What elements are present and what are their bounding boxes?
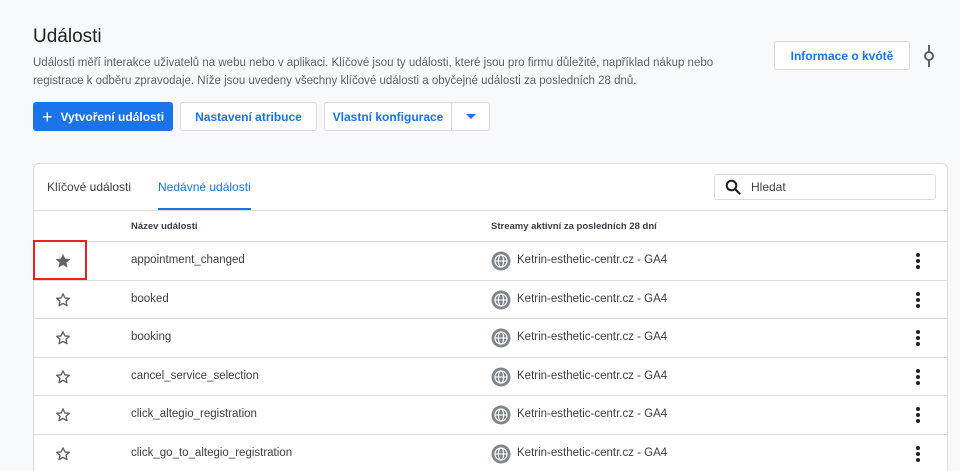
- more-vert-icon[interactable]: [910, 368, 926, 386]
- event-name: cancel_service_selection: [131, 369, 259, 382]
- star-outline-icon[interactable]: [54, 291, 72, 309]
- table-row: booked Ketrin-esthetic-centr.cz - GA4: [34, 281, 947, 320]
- globe-icon: [491, 444, 511, 464]
- table-row: click_altegio_registration Ketrin-esthet…: [34, 396, 947, 435]
- stream-name: Ketrin-esthetic-centr.cz - GA4: [517, 446, 668, 459]
- page-description: Události měří interakce uživatelů na web…: [33, 57, 714, 87]
- table-header: Název události Streamy aktivní za posled…: [34, 211, 947, 242]
- create-event-label: Vytvoření události: [60, 109, 165, 124]
- event-name: booked: [131, 292, 169, 305]
- event-name: click_altegio_registration: [131, 408, 257, 421]
- more-vert-icon[interactable]: [910, 329, 926, 347]
- events-card: Klíčové události Nedávné události Název …: [33, 163, 948, 471]
- more-vert-icon[interactable]: [910, 291, 926, 309]
- table-row: cancel_service_selection Ketrin-esthetic…: [34, 358, 947, 397]
- graph-node-icon[interactable]: [921, 44, 937, 68]
- attribution-settings-button[interactable]: Nastavení atribuce: [180, 102, 317, 131]
- star-outline-icon[interactable]: [54, 406, 72, 424]
- more-vert-icon[interactable]: [910, 406, 926, 424]
- create-event-button[interactable]: + Vytvoření události: [33, 102, 173, 131]
- tab-recent-events[interactable]: Nedávné události: [158, 164, 251, 210]
- tab-key-events[interactable]: Klíčové události: [47, 164, 131, 210]
- star-highlight-annotation: [33, 240, 87, 280]
- event-name: booking: [131, 331, 172, 344]
- globe-icon: [491, 290, 511, 310]
- more-vert-icon[interactable]: [910, 445, 926, 463]
- quota-info-button[interactable]: Informace o kvótě: [774, 41, 910, 70]
- star-outline-icon[interactable]: [54, 329, 72, 347]
- globe-icon: [491, 328, 511, 348]
- star-outline-icon[interactable]: [54, 445, 72, 463]
- event-name: click_go_to_altegio_registration: [131, 446, 293, 459]
- events-table-body: appointment_changed Ketrin-esthetic-cent…: [34, 242, 947, 471]
- plus-icon: +: [41, 106, 53, 127]
- stream-name: Ketrin-esthetic-centr.cz - GA4: [517, 292, 668, 305]
- search-box[interactable]: [714, 174, 936, 200]
- globe-icon: [491, 251, 511, 271]
- custom-config-dropdown-button[interactable]: [451, 102, 490, 131]
- stream-name: Ketrin-esthetic-centr.cz - GA4: [517, 369, 668, 382]
- caret-down-icon: [465, 114, 476, 119]
- column-header-streams[interactable]: Streamy aktivní za posledních 28 dní: [491, 221, 657, 232]
- search-icon: [725, 179, 741, 195]
- table-row: appointment_changed Ketrin-esthetic-cent…: [34, 242, 947, 281]
- page-title: Události: [33, 26, 102, 47]
- stream-name: Ketrin-esthetic-centr.cz - GA4: [517, 408, 668, 421]
- table-row: click_go_to_altegio_registration Ketrin-…: [34, 435, 947, 471]
- globe-icon: [491, 405, 511, 425]
- more-vert-icon[interactable]: [910, 252, 926, 270]
- column-header-event-name[interactable]: Název události: [131, 221, 198, 232]
- stream-name: Ketrin-esthetic-centr.cz - GA4: [517, 331, 668, 344]
- stream-name: Ketrin-esthetic-centr.cz - GA4: [517, 254, 668, 266]
- custom-config-button[interactable]: Vlastní konfigurace: [324, 102, 452, 131]
- star-outline-icon[interactable]: [54, 368, 72, 386]
- search-input[interactable]: [751, 180, 921, 194]
- table-row: booking Ketrin-esthetic-centr.cz - GA4: [34, 319, 947, 358]
- event-name: appointment_changed: [131, 254, 245, 266]
- globe-icon: [491, 367, 511, 387]
